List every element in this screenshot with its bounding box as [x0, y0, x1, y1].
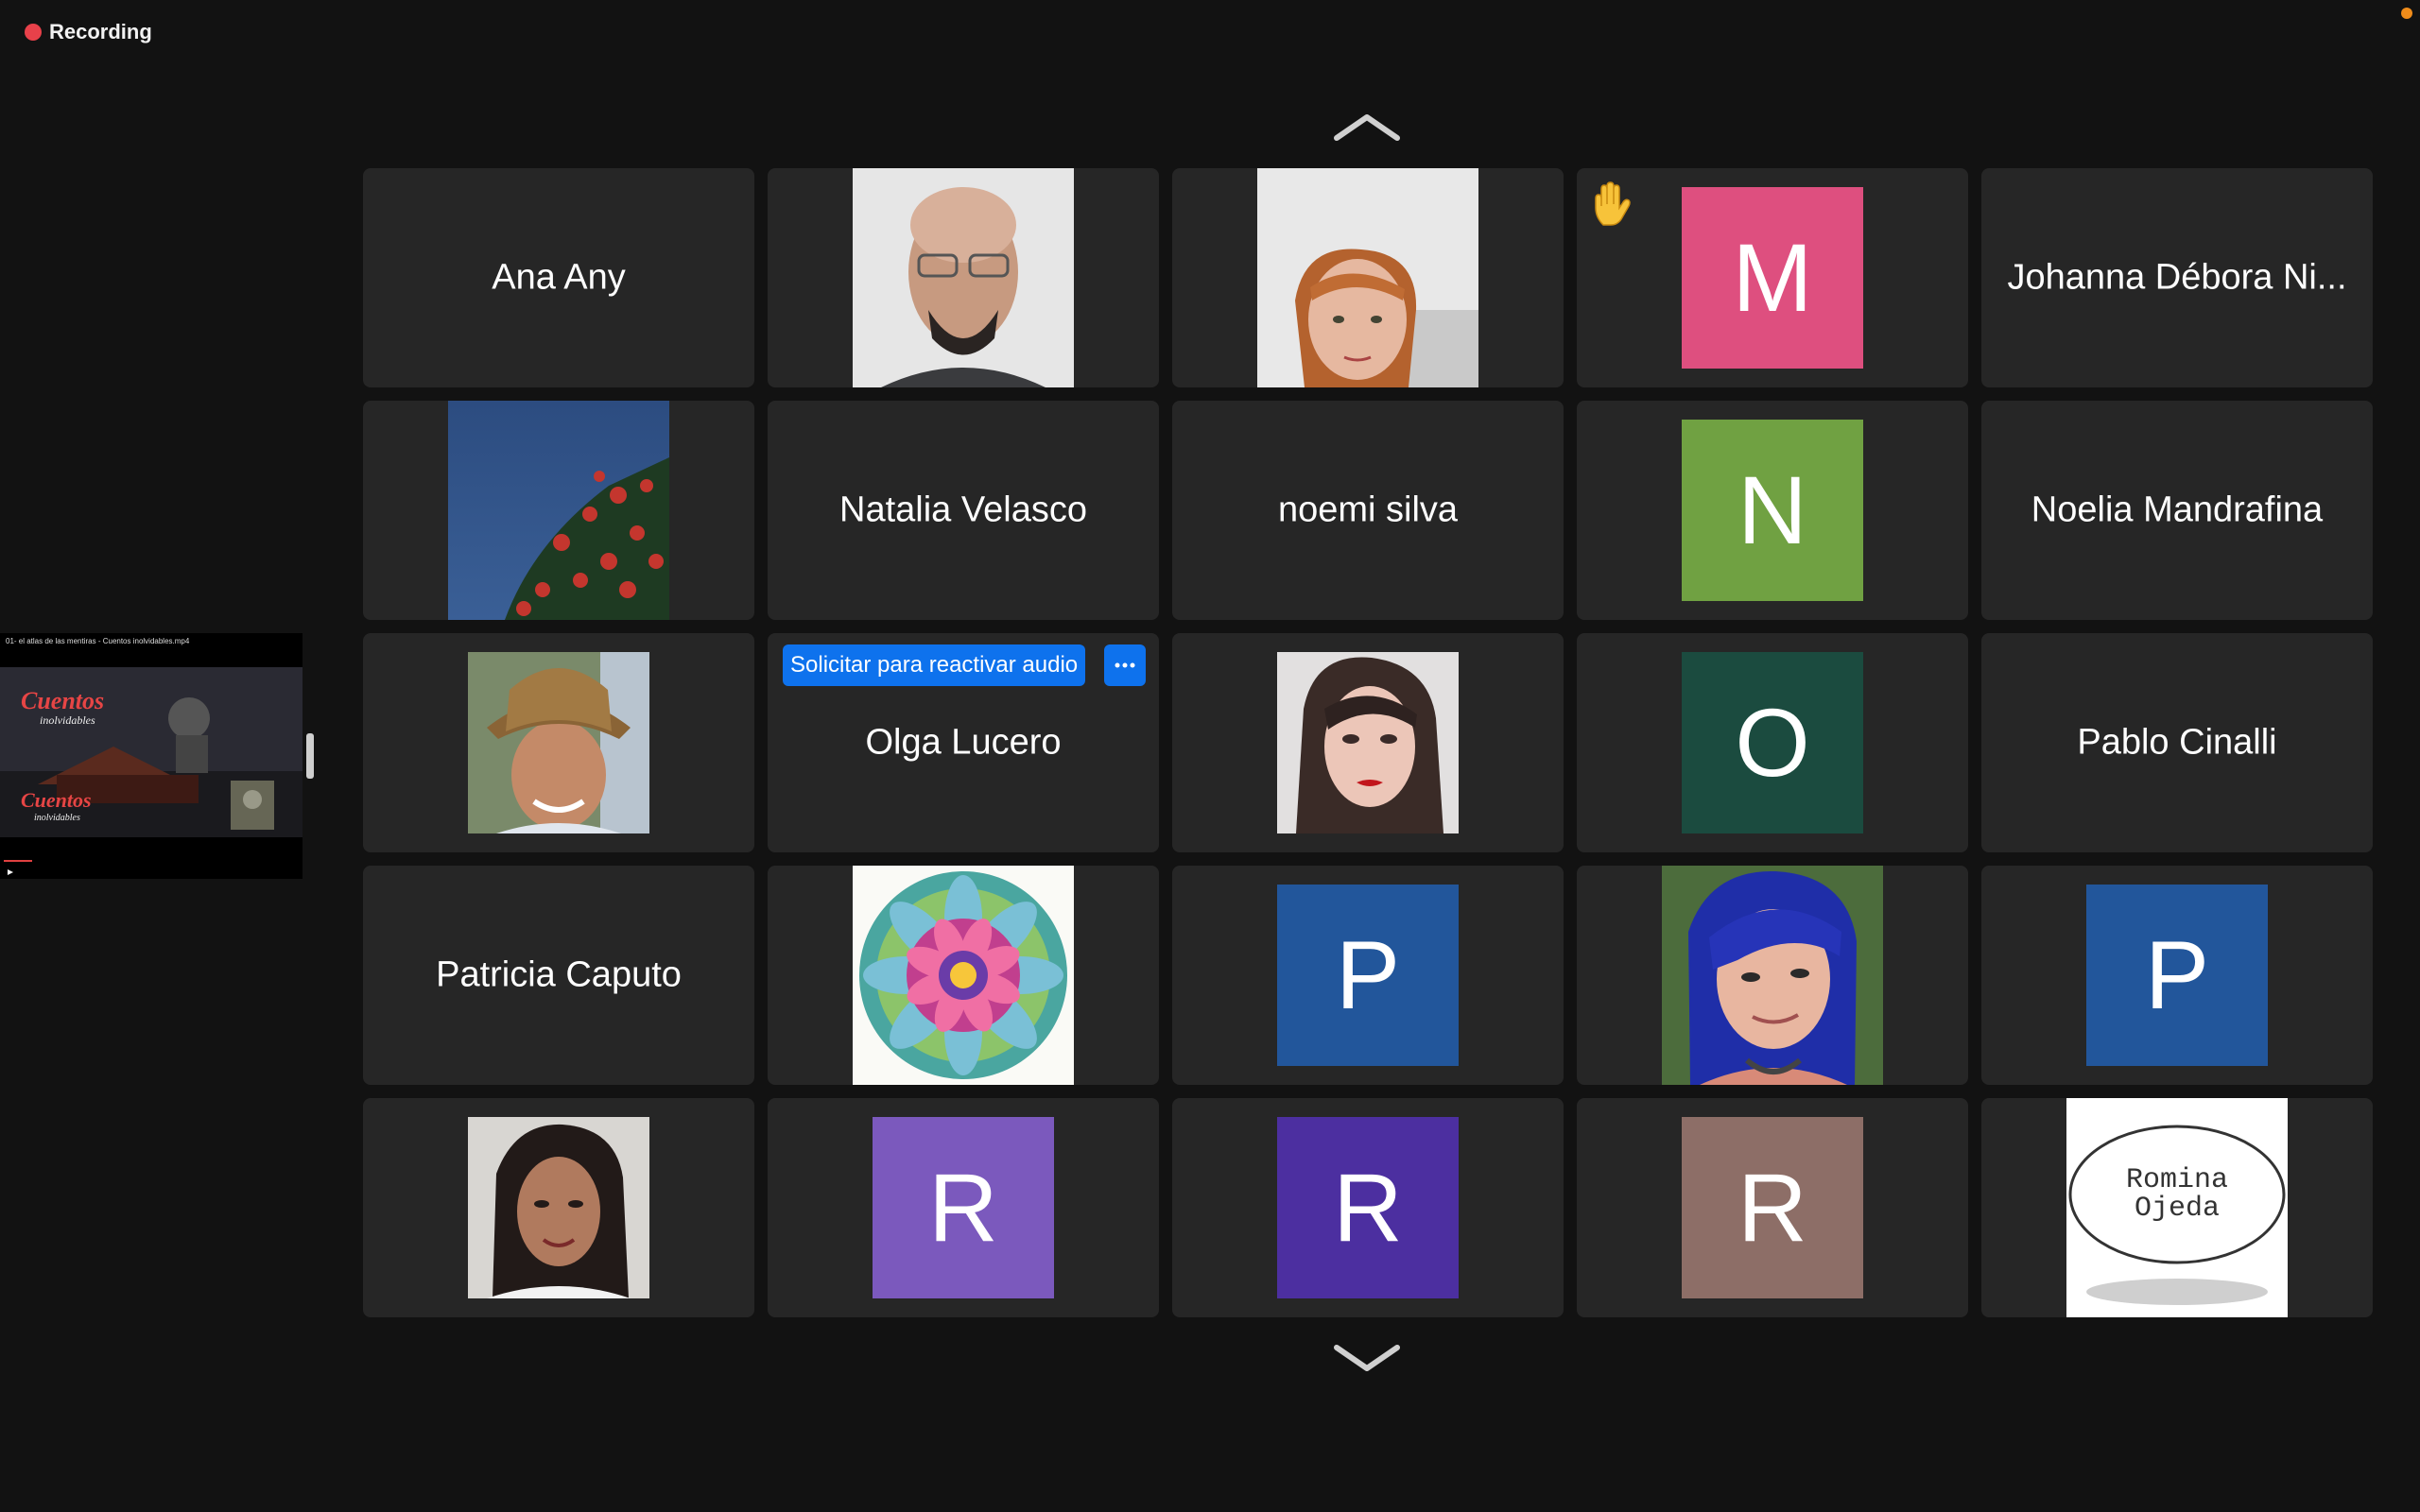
panel-resize-handle[interactable]	[306, 733, 314, 779]
recording-indicator[interactable]: Recording	[25, 19, 152, 45]
participant-tile[interactable]	[363, 1098, 754, 1317]
participant-tile[interactable]: Solicitar para reactivar audio Olga Luce…	[768, 633, 1159, 852]
logo-text-line2: Ojeda	[2135, 1193, 2220, 1225]
participant-tile[interactable]	[768, 866, 1159, 1085]
participant-tile[interactable]	[1577, 866, 1968, 1085]
participant-video	[1257, 168, 1478, 387]
avatar-initial: M	[1732, 223, 1813, 332]
participant-tile[interactable]: Romina Ojeda	[1981, 1098, 2373, 1317]
participant-tile[interactable]: O	[1577, 633, 1968, 852]
participant-tile[interactable]: Johanna Débora Ni...	[1981, 168, 2373, 387]
participant-logo: Romina Ojeda	[2066, 1098, 2288, 1317]
participant-tile[interactable]: N	[1577, 401, 1968, 620]
participant-name: Patricia Caputo	[436, 954, 682, 995]
participant-tile[interactable]: M	[1577, 168, 1968, 387]
participant-tile[interactable]: Pablo Cinalli	[1981, 633, 2373, 852]
status-dot-icon	[2401, 8, 2412, 19]
avatar-initial: O	[1735, 688, 1810, 797]
participant-tile[interactable]: P	[1981, 866, 2373, 1085]
participant-avatar: O	[1682, 652, 1863, 833]
participant-name: Johanna Débora Ni...	[2007, 257, 2347, 298]
avatar-initial: N	[1737, 455, 1807, 564]
participant-video	[448, 401, 669, 620]
recording-label: Recording	[49, 20, 152, 43]
participant-avatar: P	[1277, 885, 1459, 1066]
participant-tile[interactable]	[1172, 633, 1564, 852]
shared-video-title: 01- el atlas de las mentiras - Cuentos i…	[6, 637, 190, 645]
participant-tile[interactable]: noemi silva	[1172, 401, 1564, 620]
participant-tile[interactable]: Ana Any	[363, 168, 754, 387]
shared-video-frame: Cuentos inolvidables Cuentos inolvidable…	[0, 667, 302, 879]
participant-tile[interactable]: Natalia Velasco	[768, 401, 1159, 620]
avatar-initial: P	[1335, 920, 1401, 1029]
participant-photo	[1277, 652, 1459, 833]
participant-name: Pablo Cinalli	[2077, 722, 2277, 763]
logo-text-line1: Romina	[2126, 1164, 2228, 1196]
participant-avatar: R	[1277, 1117, 1459, 1298]
participant-photo	[468, 1117, 649, 1298]
svg-text:inolvidables: inolvidables	[34, 813, 80, 823]
participant-tile[interactable]	[363, 401, 754, 620]
previous-page-chevron-up-icon[interactable]	[1333, 108, 1401, 146]
avatar-initial: R	[1333, 1153, 1403, 1262]
svg-text:Cuentos: Cuentos	[21, 788, 92, 812]
request-unmute-button[interactable]: Solicitar para reactivar audio	[783, 644, 1086, 686]
participant-photo	[468, 652, 649, 833]
participant-tile[interactable]: R	[768, 1098, 1159, 1317]
participant-name: Noelia Mandrafina	[2031, 490, 2324, 530]
participant-tile[interactable]: R	[1577, 1098, 1968, 1317]
participant-name: Ana Any	[492, 257, 626, 298]
participant-avatar: M	[1682, 187, 1863, 369]
participant-name: noemi silva	[1277, 490, 1459, 530]
avatar-initial: R	[928, 1153, 998, 1262]
participant-tile[interactable]: P	[1172, 866, 1564, 1085]
raised-hand-icon	[1590, 181, 1634, 229]
participant-tile[interactable]	[1172, 168, 1564, 387]
participant-photo	[853, 866, 1074, 1085]
participant-photo	[1662, 866, 1883, 1085]
more-options-button[interactable]	[1104, 644, 1146, 686]
svg-text:Cuentos: Cuentos	[21, 687, 104, 714]
participant-name: Natalia Velasco	[839, 490, 1087, 530]
recording-dot-icon	[25, 24, 42, 41]
next-page-chevron-down-icon[interactable]	[1333, 1340, 1401, 1378]
participant-name: Olga Lucero	[865, 722, 1062, 763]
svg-text:inolvidables: inolvidables	[40, 713, 95, 727]
ellipsis-icon	[1115, 662, 1135, 668]
participant-avatar: P	[2086, 885, 2268, 1066]
participant-video	[853, 168, 1074, 387]
avatar-initial: P	[2144, 920, 2210, 1029]
participant-tile[interactable]: R	[1172, 1098, 1564, 1317]
participant-tile[interactable]: Noelia Mandrafina	[1981, 401, 2373, 620]
participant-avatar: R	[1682, 1117, 1863, 1298]
participant-avatar: R	[873, 1117, 1054, 1298]
shared-video-thumbnail[interactable]: 01- el atlas de las mentiras - Cuentos i…	[0, 633, 302, 879]
participant-tile[interactable]	[363, 633, 754, 852]
participant-avatar: N	[1682, 420, 1863, 601]
participant-tile[interactable]: Patricia Caputo	[363, 866, 754, 1085]
participant-gallery-grid: Ana Any M Johanna Débora Ni... Natalia V…	[363, 168, 2373, 1317]
participant-tile[interactable]	[768, 168, 1159, 387]
avatar-initial: R	[1737, 1153, 1807, 1262]
